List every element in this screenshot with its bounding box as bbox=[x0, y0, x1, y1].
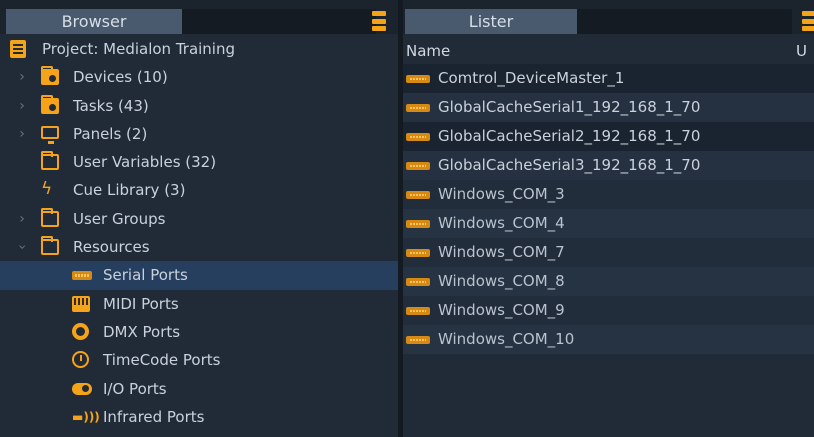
monitor-icon bbox=[41, 125, 59, 144]
list-item-label: Windows_COM_8 bbox=[438, 272, 565, 290]
midi-port-icon bbox=[72, 295, 90, 312]
tree-item-resources[interactable]: › Resources bbox=[0, 233, 398, 261]
column-header-u[interactable]: U bbox=[796, 39, 807, 64]
browser-tab-bar: Browser bbox=[0, 0, 398, 34]
serial-port-icon bbox=[406, 191, 430, 199]
tree-item-midi-ports[interactable]: MIDI Ports bbox=[0, 290, 398, 318]
serial-port-icon bbox=[406, 104, 430, 112]
serial-port-icon bbox=[406, 220, 430, 228]
list-item-label: Windows_COM_4 bbox=[438, 214, 565, 232]
list-item[interactable]: GlobalCacheSerial3_192_168_1_70 bbox=[403, 151, 814, 180]
tree-item-io-ports[interactable]: I/O Ports bbox=[0, 375, 398, 403]
lister-panel: Lister Name U Comtrol_DeviceMaster_1 Glo… bbox=[403, 0, 814, 437]
serial-port-icon bbox=[406, 278, 430, 286]
lister-list: Comtrol_DeviceMaster_1 GlobalCacheSerial… bbox=[403, 64, 814, 354]
tree-item-label: User Variables (32) bbox=[73, 153, 217, 172]
tree-item-label: Tasks (43) bbox=[73, 96, 149, 115]
list-item-label: GlobalCacheSerial2_192_168_1_70 bbox=[438, 127, 701, 145]
serial-port-icon bbox=[406, 162, 430, 170]
folder-variables-icon bbox=[41, 151, 59, 171]
tree-project[interactable]: Project: Medialon Training bbox=[0, 35, 398, 63]
folder-icon bbox=[41, 236, 59, 256]
list-item[interactable]: Windows_COM_3 bbox=[403, 180, 814, 209]
chevron-right-icon[interactable]: › bbox=[15, 63, 29, 91]
list-item-label: GlobalCacheSerial3_192_168_1_70 bbox=[438, 156, 701, 174]
list-item[interactable]: Windows_COM_9 bbox=[403, 296, 814, 325]
browser-menu-icon[interactable] bbox=[372, 11, 386, 31]
serial-port-icon bbox=[72, 271, 92, 281]
tree-item-timecode-ports[interactable]: TimeCode Ports bbox=[0, 346, 398, 374]
list-item[interactable]: GlobalCacheSerial1_192_168_1_70 bbox=[403, 93, 814, 122]
chevron-down-icon[interactable]: › bbox=[8, 240, 36, 254]
serial-port-icon bbox=[406, 249, 430, 257]
tree-item-label: DMX Ports bbox=[103, 322, 181, 341]
browser-panel: Browser Project: Medialon Training › Dev… bbox=[0, 0, 398, 437]
list-item[interactable]: Comtrol_DeviceMaster_1 bbox=[403, 64, 814, 93]
tree-item-label: TimeCode Ports bbox=[103, 351, 221, 370]
list-item-label: Windows_COM_10 bbox=[438, 330, 575, 348]
timecode-icon bbox=[72, 351, 89, 369]
chevron-right-icon[interactable]: › bbox=[15, 120, 29, 148]
tree-item-tasks[interactable]: › Tasks (43) bbox=[0, 92, 398, 120]
list-item[interactable]: Windows_COM_7 bbox=[403, 238, 814, 267]
browser-tree: Project: Medialon Training › Devices (10… bbox=[0, 35, 398, 431]
folder-task-icon bbox=[41, 94, 59, 114]
list-item-label: Windows_COM_7 bbox=[438, 243, 565, 261]
column-header-name[interactable]: Name bbox=[406, 39, 450, 64]
lister-tab-bar: Lister bbox=[403, 0, 814, 34]
tree-item-infrared-ports[interactable]: ▬))) Infrared Ports bbox=[0, 403, 398, 431]
serial-port-icon bbox=[406, 75, 430, 83]
tree-item-label: I/O Ports bbox=[103, 379, 167, 398]
folder-icon bbox=[41, 207, 59, 227]
list-item-label: Windows_COM_9 bbox=[438, 301, 565, 319]
serial-port-icon bbox=[406, 133, 430, 141]
tree-item-label: Cue Library (3) bbox=[73, 181, 186, 200]
tree-item-panels[interactable]: › Panels (2) bbox=[0, 120, 398, 148]
tab-bar-fill bbox=[182, 9, 376, 34]
tree-item-label: Panels (2) bbox=[73, 124, 148, 143]
tree-item-user-variables[interactable]: User Variables (32) bbox=[0, 148, 398, 176]
tree-item-label: Devices (10) bbox=[73, 68, 168, 87]
list-item[interactable]: GlobalCacheSerial2_192_168_1_70 bbox=[403, 122, 814, 151]
tree-item-label: MIDI Ports bbox=[103, 294, 179, 313]
lister-menu-icon[interactable] bbox=[802, 11, 814, 31]
tab-lister[interactable]: Lister bbox=[405, 9, 577, 34]
list-item-label: Comtrol_DeviceMaster_1 bbox=[438, 69, 625, 87]
tree-item-label: Resources bbox=[73, 238, 150, 257]
serial-port-icon bbox=[406, 336, 430, 344]
tree-item-label: Infrared Ports bbox=[103, 407, 205, 426]
list-header: Name U bbox=[403, 39, 814, 64]
lightning-icon: ϟ bbox=[41, 179, 53, 200]
serial-port-icon bbox=[406, 307, 430, 315]
list-item[interactable]: Windows_COM_10 bbox=[403, 325, 814, 354]
io-port-icon bbox=[72, 382, 92, 395]
tree-item-user-groups[interactable]: › User Groups bbox=[0, 205, 398, 233]
list-item-label: GlobalCacheSerial1_192_168_1_70 bbox=[438, 98, 701, 116]
tab-bar-fill bbox=[577, 9, 792, 34]
dmx-port-icon bbox=[72, 322, 89, 340]
folder-gear-icon bbox=[41, 66, 59, 86]
tree-item-devices[interactable]: › Devices (10) bbox=[0, 63, 398, 91]
tree-item-label: Serial Ports bbox=[103, 266, 188, 285]
tree-item-cue-library[interactable]: ϟ Cue Library (3) bbox=[0, 176, 398, 204]
tab-browser[interactable]: Browser bbox=[6, 9, 182, 34]
chevron-right-icon[interactable]: › bbox=[15, 205, 29, 233]
tree-item-label: User Groups bbox=[73, 209, 166, 228]
list-item-label: Windows_COM_3 bbox=[438, 185, 565, 203]
chevron-right-icon[interactable]: › bbox=[15, 92, 29, 120]
list-item[interactable]: Windows_COM_8 bbox=[403, 267, 814, 296]
infrared-icon: ▬))) bbox=[72, 409, 100, 424]
project-label: Project: Medialon Training bbox=[42, 40, 236, 58]
list-item[interactable]: Windows_COM_4 bbox=[403, 209, 814, 238]
tree-item-dmx-ports[interactable]: DMX Ports bbox=[0, 318, 398, 346]
tree-item-serial-ports[interactable]: Serial Ports bbox=[0, 261, 398, 290]
project-icon bbox=[10, 40, 26, 58]
